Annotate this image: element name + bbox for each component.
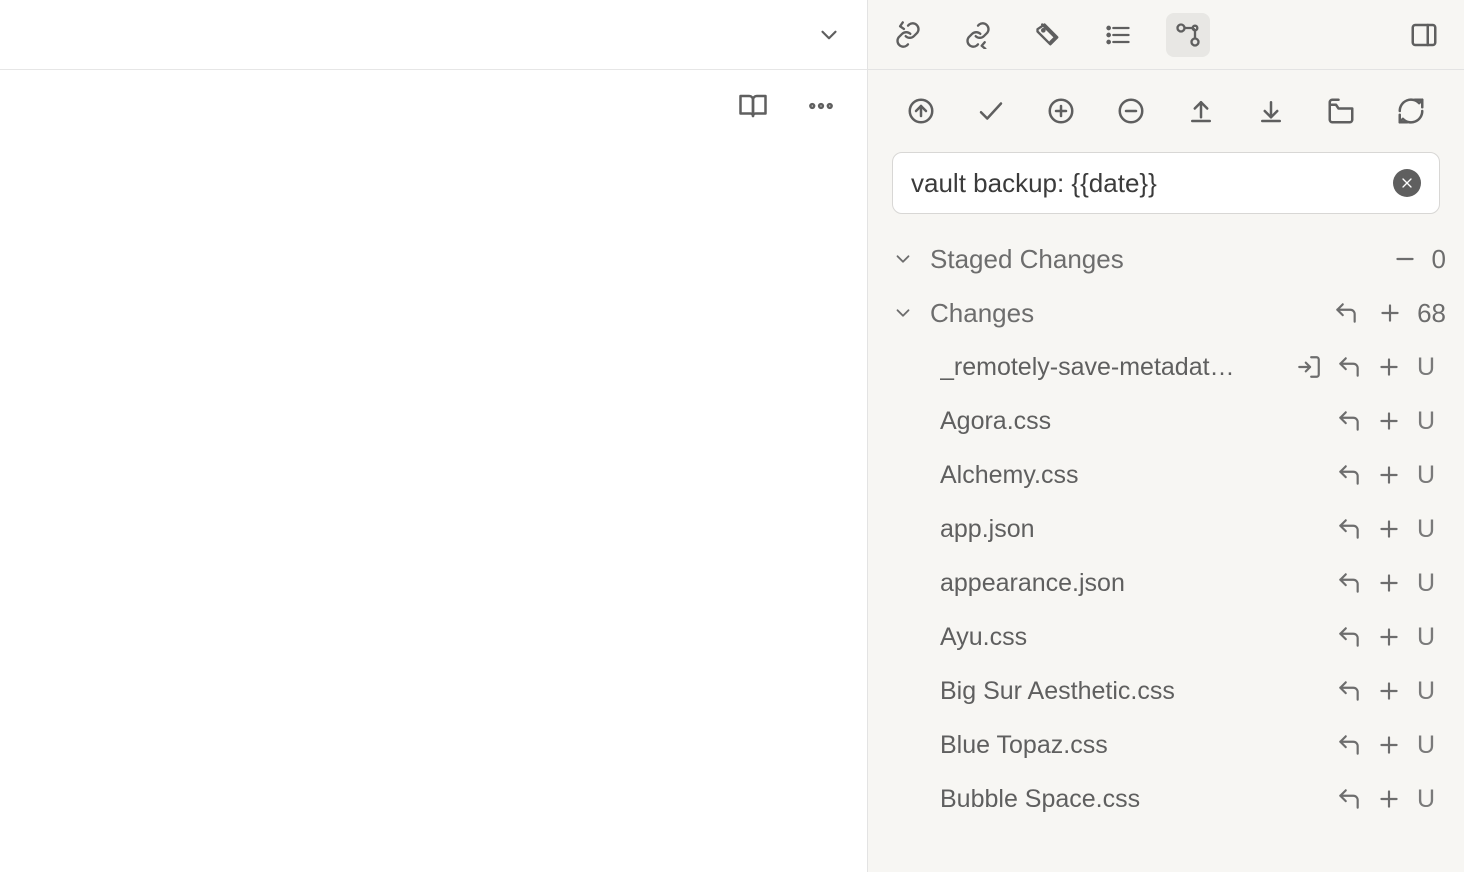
staged-changes-section[interactable]: Staged Changes 0	[886, 232, 1446, 286]
file-row[interactable]: Ayu.css U	[886, 610, 1446, 664]
staged-section-title: Staged Changes	[930, 244, 1378, 275]
commit-message-input[interactable]	[911, 168, 1393, 199]
toggle-right-sidebar-icon[interactable]	[1402, 13, 1446, 57]
git-sidebar: Staged Changes 0 Changes	[868, 0, 1464, 872]
discard-all-icon[interactable]	[1329, 296, 1363, 330]
file-row[interactable]: Alchemy.css U	[886, 448, 1446, 502]
discard-file-icon[interactable]	[1332, 620, 1366, 654]
file-name: Ayu.css	[940, 623, 1332, 652]
unstage-all-icon[interactable]	[1107, 87, 1155, 135]
file-status: U	[1412, 461, 1440, 490]
clear-input-icon[interactable]	[1393, 169, 1421, 197]
commit-icon[interactable]	[967, 87, 1015, 135]
discard-file-icon[interactable]	[1332, 458, 1366, 492]
file-row[interactable]: Bubble Space.css U	[886, 772, 1446, 826]
stage-file-icon[interactable]	[1372, 350, 1406, 384]
discard-file-icon[interactable]	[1332, 674, 1366, 708]
tags-icon[interactable]	[1026, 13, 1070, 57]
unstage-icon[interactable]	[1388, 242, 1422, 276]
main-editor-pane	[0, 0, 868, 872]
push-icon[interactable]	[1177, 87, 1225, 135]
file-name: app.json	[940, 515, 1332, 544]
changes-section-title: Changes	[930, 298, 1319, 329]
file-name: appearance.json	[940, 569, 1332, 598]
file-row[interactable]: Blue Topaz.css U	[886, 718, 1446, 772]
file-status: U	[1412, 623, 1440, 652]
open-folder-icon[interactable]	[1317, 87, 1365, 135]
pull-icon[interactable]	[1247, 87, 1295, 135]
dropdown-chevron-icon[interactable]	[807, 13, 851, 57]
stage-file-icon[interactable]	[1372, 782, 1406, 816]
changes-section[interactable]: Changes 68	[886, 286, 1446, 340]
discard-file-icon[interactable]	[1332, 566, 1366, 600]
file-name: Blue Topaz.css	[940, 731, 1332, 760]
stage-file-icon[interactable]	[1372, 458, 1406, 492]
more-options-icon[interactable]	[799, 84, 843, 128]
go-to-file-icon[interactable]	[1292, 350, 1326, 384]
chevron-down-icon	[886, 242, 920, 276]
refresh-icon[interactable]	[1387, 87, 1435, 135]
stage-file-icon[interactable]	[1372, 620, 1406, 654]
discard-file-icon[interactable]	[1332, 512, 1366, 546]
discard-file-icon[interactable]	[1332, 782, 1366, 816]
stage-all-plus-icon[interactable]	[1373, 296, 1407, 330]
stage-file-icon[interactable]	[1372, 566, 1406, 600]
file-row[interactable]: app.json U	[886, 502, 1446, 556]
file-name: Big Sur Aesthetic.css	[940, 677, 1332, 706]
stage-all-icon[interactable]	[1037, 87, 1085, 135]
stage-file-icon[interactable]	[1372, 512, 1406, 546]
file-row[interactable]: _remotely-save-metadat… U	[886, 340, 1446, 394]
file-name: Agora.css	[940, 407, 1332, 436]
reading-view-icon[interactable]	[731, 84, 775, 128]
source-control-icon[interactable]	[1166, 13, 1210, 57]
file-status: U	[1412, 731, 1440, 760]
outline-icon[interactable]	[1096, 13, 1140, 57]
backlinks-icon[interactable]	[886, 13, 930, 57]
file-name: Alchemy.css	[940, 461, 1332, 490]
file-row[interactable]: appearance.json U	[886, 556, 1446, 610]
file-status: U	[1412, 515, 1440, 544]
stage-file-icon[interactable]	[1372, 728, 1406, 762]
file-row[interactable]: Big Sur Aesthetic.css U	[886, 664, 1446, 718]
discard-file-icon[interactable]	[1332, 350, 1366, 384]
file-name: Bubble Space.css	[940, 785, 1332, 814]
file-row[interactable]: Agora.css U	[886, 394, 1446, 448]
changes-count: 68	[1417, 298, 1446, 329]
file-status: U	[1412, 353, 1440, 382]
commit-message-field[interactable]	[892, 152, 1440, 214]
file-status: U	[1412, 569, 1440, 598]
outgoing-links-icon[interactable]	[956, 13, 1000, 57]
file-status: U	[1412, 677, 1440, 706]
stage-file-icon[interactable]	[1372, 674, 1406, 708]
file-status: U	[1412, 407, 1440, 436]
discard-file-icon[interactable]	[1332, 728, 1366, 762]
file-name: _remotely-save-metadat…	[940, 353, 1292, 382]
commit-push-icon[interactable]	[897, 87, 945, 135]
discard-file-icon[interactable]	[1332, 404, 1366, 438]
staged-count: 0	[1432, 244, 1446, 275]
stage-file-icon[interactable]	[1372, 404, 1406, 438]
chevron-down-icon	[886, 296, 920, 330]
file-status: U	[1412, 785, 1440, 814]
